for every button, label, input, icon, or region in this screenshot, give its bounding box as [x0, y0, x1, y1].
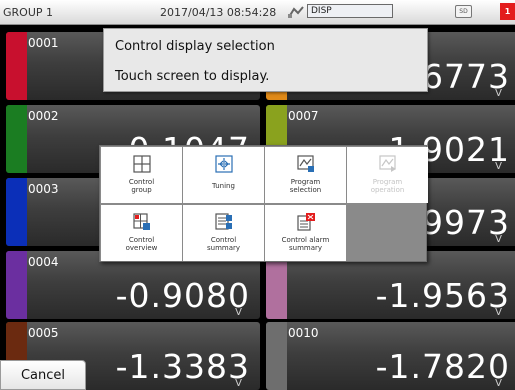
- control-group-button[interactable]: Control group: [101, 147, 182, 203]
- channel-unit: V: [235, 378, 242, 389]
- channel-unit: V: [495, 307, 502, 318]
- channel-value: -0.9080: [115, 276, 250, 315]
- channel-unit: V: [495, 378, 502, 389]
- tuning-button[interactable]: Tuning: [183, 147, 264, 203]
- channel-unit: V: [495, 161, 502, 172]
- channel-number: 0003: [28, 182, 59, 196]
- control-display-menu: Control group Tuning Program selection P…: [99, 145, 428, 262]
- channel-color-bar: [266, 322, 287, 390]
- tuning-label: Tuning: [212, 182, 235, 190]
- sd-card-icon: SD: [455, 5, 472, 18]
- control-overview-icon: [133, 213, 151, 231]
- channel-number: 0007: [288, 109, 319, 123]
- channel-unit: V: [235, 307, 242, 318]
- channel-tile[interactable]: 0010 -1.7820 V: [266, 322, 515, 390]
- channel-number: 0010: [288, 326, 319, 340]
- display-mode-icon: [287, 5, 307, 19]
- alarm-summary-icon: [297, 213, 315, 231]
- program-operation-icon: [379, 155, 397, 173]
- channel-color-bar: [6, 251, 27, 319]
- program-selection-label: Program selection: [289, 178, 322, 194]
- control-summary-button[interactable]: Control summary: [183, 205, 264, 261]
- channel-value: -1.7820: [375, 347, 510, 386]
- channel-value: -1.9563: [375, 276, 510, 315]
- datetime-display: 2017/04/13 08:54:28: [160, 6, 277, 19]
- channel-number: 0001: [28, 36, 59, 50]
- program-selection-button[interactable]: Program selection: [265, 147, 346, 203]
- control-overview-label: Control overview: [125, 236, 158, 252]
- alarm-indicator-icon[interactable]: 1: [500, 3, 515, 20]
- program-selection-icon: [297, 155, 315, 173]
- program-operation-label: Program operation: [370, 178, 405, 194]
- cancel-button[interactable]: Cancel: [0, 360, 86, 390]
- channel-color-bar: [6, 178, 27, 246]
- channel-color-bar: [6, 32, 27, 100]
- channel-number: 0002: [28, 109, 59, 123]
- disp-indicator: DISP: [307, 4, 393, 18]
- control-summary-icon: [215, 213, 233, 231]
- group-title[interactable]: GROUP 1: [3, 6, 53, 19]
- channel-color-bar: [6, 105, 27, 173]
- control-display-message: Control display selection Touch screen t…: [103, 28, 428, 92]
- channel-number: 0005: [28, 326, 59, 340]
- channel-value: -1.3383: [115, 347, 250, 386]
- control-overview-button[interactable]: Control overview: [101, 205, 182, 261]
- status-bar: GROUP 1 2017/04/13 08:54:28 DISP SD 1: [0, 0, 515, 25]
- control-alarm-summary-button[interactable]: Control alarm summary: [265, 205, 346, 261]
- message-title: Control display selection: [115, 39, 275, 54]
- tuning-icon: [215, 155, 233, 173]
- control-summary-label: Control summary: [206, 236, 241, 252]
- channel-unit: V: [495, 234, 502, 245]
- control-alarm-summary-label: Control alarm summary: [281, 236, 330, 252]
- channel-unit: V: [495, 88, 502, 99]
- message-text: Touch screen to display.: [115, 69, 270, 84]
- program-operation-button[interactable]: Program operation: [347, 147, 428, 203]
- control-group-label: Control group: [128, 178, 155, 194]
- channel-number: 0004: [28, 255, 59, 269]
- grid-icon: [133, 155, 151, 173]
